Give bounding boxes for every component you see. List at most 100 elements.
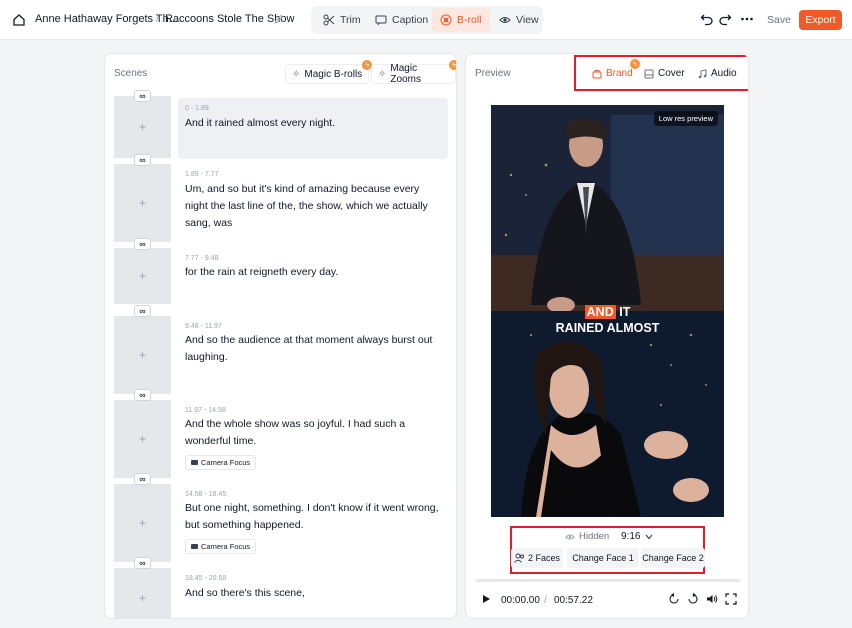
link-icon[interactable]: ∞ <box>134 557 151 569</box>
add-icon: + <box>138 196 146 210</box>
caption-icon <box>375 15 387 26</box>
scene-text[interactable]: Um, and so but it's kind of amazing beca… <box>185 181 443 232</box>
scene-time: 0 - 1.89 <box>185 105 209 112</box>
undo-icon[interactable] <box>700 12 714 26</box>
home-icon[interactable] <box>10 11 28 29</box>
add-icon: + <box>138 516 146 530</box>
sparkle-icon: ✧ <box>378 68 387 80</box>
play-icon[interactable] <box>481 594 491 604</box>
time-separator: / <box>544 595 547 606</box>
save-button[interactable]: Save <box>767 14 791 26</box>
aspect-ratio-value: 9:16 <box>621 531 641 542</box>
scene-text[interactable]: And the whole show was so joyful. I had … <box>185 416 443 450</box>
bolt-icon: ϟ <box>449 60 456 70</box>
scene-text[interactable]: And it rained almost every night. <box>185 115 443 132</box>
chip-label: Camera Focus <box>201 542 251 551</box>
chip-label: Camera Focus <box>201 458 251 467</box>
camera-icon <box>191 544 198 549</box>
scene-item[interactable]: 0 - 1.89 And it rained almost every nigh… <box>178 98 448 159</box>
scene-text[interactable]: But one night, something. I don't know i… <box>185 500 443 534</box>
progress-bar[interactable] <box>476 579 740 582</box>
link-icon[interactable]: ∞ <box>134 473 151 485</box>
scene-text[interactable]: for the rain at reigneth every day. <box>185 264 443 281</box>
top-bar: Anne Hathaway Forgets Th... / Raccoons S… <box>0 0 852 40</box>
more-icon[interactable] <box>740 12 754 26</box>
caption-line-1: AND IT <box>491 305 724 319</box>
visibility-toggle[interactable]: Hidden <box>565 531 609 542</box>
highlight-box-tabs <box>574 55 748 91</box>
camera-focus-chip[interactable]: Camera Focus <box>185 455 257 470</box>
fullscreen-icon[interactable] <box>725 593 737 605</box>
caption-line-2: RAINED ALMOST <box>555 321 660 335</box>
scenes-panel: Scenes ✧ Magic B-rolls ϟ ✧ Magic Zooms ϟ… <box>104 53 457 619</box>
tab-view-label: View <box>516 14 539 26</box>
tab-caption[interactable]: Caption <box>367 8 436 32</box>
add-icon: + <box>138 120 146 134</box>
broll-slot[interactable]: + <box>114 484 171 562</box>
faces-label: 2 Faces <box>527 553 560 563</box>
tab-trim[interactable]: Trim <box>315 8 369 32</box>
link-icon[interactable]: ∞ <box>134 305 151 317</box>
scene-time: 9.48 - 11.97 <box>185 323 222 330</box>
low-res-badge: Low res preview <box>653 111 718 126</box>
add-icon: + <box>138 591 146 605</box>
scenes-title: Scenes <box>114 68 148 79</box>
broll-slot[interactable]: + <box>114 96 171 158</box>
add-icon: + <box>138 269 146 283</box>
add-icon: + <box>138 348 146 362</box>
scene-item[interactable]: 1.89 - 7.77 Um, and so but it's kind of … <box>178 166 448 242</box>
volume-icon[interactable] <box>706 593 718 605</box>
caption-highlight-word: AND <box>584 305 616 319</box>
scissors-icon <box>323 14 335 26</box>
link-icon[interactable]: ∞ <box>134 154 151 166</box>
current-time: 00:00.00 <box>501 595 540 606</box>
link-icon[interactable]: ∞ <box>134 389 151 401</box>
scene-time: 1.89 - 7.77 <box>185 171 219 178</box>
scene-text[interactable]: And so there's this scene, <box>185 585 443 602</box>
preview-title: Preview <box>475 68 511 79</box>
broll-slot[interactable]: + <box>114 316 171 394</box>
link-icon[interactable]: ∞ <box>134 238 151 250</box>
sparkle-icon: ✧ <box>292 68 301 80</box>
forward-icon[interactable] <box>687 593 699 605</box>
scene-item[interactable]: 7.77 - 9.48 for the rain at reigneth eve… <box>178 250 448 306</box>
scene-text[interactable]: And so the audience at that moment alway… <box>185 332 443 366</box>
scene-item[interactable]: 9.48 - 11.97 And so the audience at that… <box>178 318 448 394</box>
tab-broll-label: B-roll <box>457 14 482 26</box>
link-icon[interactable]: ∞ <box>134 90 151 102</box>
preview-panel: Preview Brand ϟ Cover Audio Low res prev… <box>465 53 749 619</box>
aspect-ratio-select[interactable]: 9:16 <box>621 531 653 542</box>
rewind-icon[interactable] <box>668 593 680 605</box>
broll-slot[interactable]: + <box>114 248 171 304</box>
breadcrumb-separator: / <box>156 13 160 25</box>
scene-time: 14.58 - 18.45 <box>185 491 227 498</box>
change-face-2-button[interactable]: Change Face 2 <box>641 548 705 568</box>
eye-icon <box>499 17 511 23</box>
tab-trim-label: Trim <box>340 14 361 26</box>
magic-zooms-label: Magic Zooms <box>390 63 421 85</box>
camera-icon <box>191 460 198 465</box>
scene-time: 7.77 - 9.48 <box>185 255 219 262</box>
broll-slot[interactable]: + <box>114 400 171 478</box>
change-face-1-button[interactable]: Change Face 1 <box>567 548 639 568</box>
camera-focus-chip[interactable]: Camera Focus <box>185 539 257 554</box>
broll-icon <box>440 14 452 26</box>
tab-view[interactable]: View <box>491 8 547 32</box>
broll-slot[interactable]: + <box>114 568 171 618</box>
scene-item[interactable]: 11.97 - 14.58 And the whole show was so … <box>178 402 448 480</box>
scene-item[interactable]: 18.45 - 20.58 And so there's this scene, <box>178 570 448 618</box>
broll-slot[interactable]: + <box>114 164 171 242</box>
chevron-down-icon <box>646 534 653 539</box>
magic-brolls-button[interactable]: ✧ Magic B-rolls ϟ <box>285 60 373 84</box>
export-button[interactable]: Export <box>799 10 842 30</box>
redo-icon[interactable] <box>718 12 732 26</box>
faces-button[interactable]: 2 Faces <box>511 548 563 568</box>
video-preview[interactable]: Low res preview AND IT RAINED ALMOST <box>491 105 724 517</box>
tab-caption-label: Caption <box>392 14 429 26</box>
scene-time: 11.97 - 14.58 <box>185 407 226 414</box>
magic-zooms-button[interactable]: ✧ Magic Zooms ϟ <box>371 60 456 85</box>
scene-item[interactable]: 14.58 - 18.45 But one night, something. … <box>178 486 448 564</box>
pencil-icon[interactable] <box>273 14 284 25</box>
tab-broll[interactable]: B-roll <box>432 8 490 32</box>
hidden-label: Hidden <box>579 531 610 542</box>
